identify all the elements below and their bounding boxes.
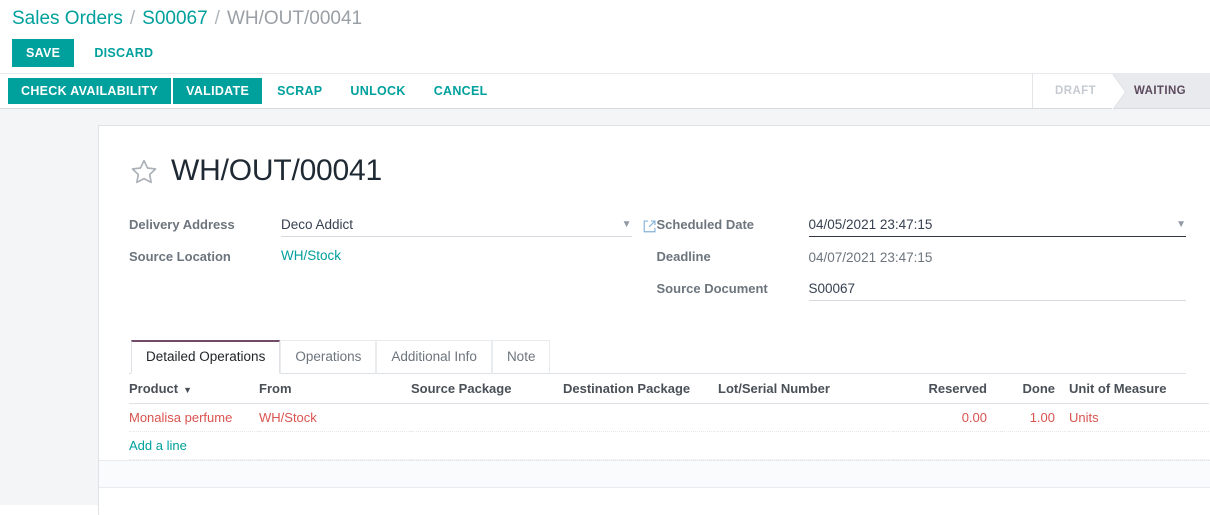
status-bar: DRAFT WAITING <box>1032 74 1210 110</box>
check-availability-button[interactable]: CHECK AVAILABILITY <box>8 78 172 104</box>
delivery-address-input[interactable]: Deco Addict ▼ <box>281 216 632 237</box>
field-label-source-document: Source Document <box>656 281 768 296</box>
status-step-draft[interactable]: DRAFT <box>1032 74 1126 110</box>
cancel-button[interactable]: CANCEL <box>421 78 501 104</box>
cell-done[interactable]: 1.00 <box>1001 403 1069 432</box>
field-value-source-document: S00067 <box>808 278 1186 301</box>
sort-caret-icon[interactable]: ▼ <box>183 385 192 395</box>
save-button[interactable]: SAVE <box>12 39 75 67</box>
field-label-scheduled-date: Scheduled Date <box>656 217 755 232</box>
cell-product[interactable]: Monalisa perfume <box>129 403 259 432</box>
external-link-icon[interactable] <box>642 219 657 234</box>
form-groups: Delivery Address Deco Addict ▼ Source Lo… <box>129 214 1186 310</box>
cell-source-package[interactable] <box>411 403 563 432</box>
source-document-input[interactable]: S00067 <box>808 280 1186 301</box>
field-value-scheduled-date: 04/05/2021 23:47:15 ▼ <box>808 214 1186 237</box>
cell-from[interactable]: WH/Stock <box>259 403 411 432</box>
status-step-waiting[interactable]: WAITING <box>1112 74 1210 108</box>
form-column-left: Delivery Address Deco Addict ▼ Source Lo… <box>129 214 657 310</box>
notebook: Detailed Operations Operations Additiona… <box>99 340 1210 488</box>
column-header-from[interactable]: From <box>259 374 411 404</box>
scrap-button[interactable]: SCRAP <box>264 78 335 104</box>
field-value-source-location: WH/Stock <box>281 246 657 263</box>
delivery-address-value: Deco Addict <box>281 217 354 232</box>
operations-table: Product ▼ From Source Package Destination… <box>129 374 1209 460</box>
breadcrumb-item-s00067[interactable]: S00067 <box>142 8 208 30</box>
field-row-delivery-address: Delivery Address Deco Addict ▼ <box>129 214 657 238</box>
title-row: WH/OUT/00041 <box>129 144 1186 192</box>
field-value-deadline: 04/07/2021 23:47:15 <box>809 246 1186 265</box>
breadcrumb-item-sales-orders[interactable]: Sales Orders <box>12 8 123 30</box>
cell-reserved[interactable]: 0.00 <box>893 403 1001 432</box>
cell-unit-of-measure[interactable]: Units <box>1069 403 1209 432</box>
breadcrumb-item-current: WH/OUT/00041 <box>226 7 363 29</box>
action-button-group: CHECK AVAILABILITY VALIDATE SCRAP UNLOCK… <box>8 74 503 108</box>
chevron-down-icon[interactable]: ▼ <box>1168 219 1186 230</box>
cell-lot-serial-number[interactable] <box>718 403 893 432</box>
column-header-product-label: Product <box>129 381 179 396</box>
field-row-deadline: Deadline 04/07/2021 23:47:15 <box>657 246 1186 270</box>
tab-operations[interactable]: Operations <box>280 340 377 374</box>
table-footer-strip <box>99 460 1210 488</box>
scheduled-date-input[interactable]: 04/05/2021 23:47:15 ▼ <box>808 216 1186 237</box>
field-row-scheduled-date: Scheduled Date 04/05/2021 23:47:15 ▼ <box>657 214 1186 238</box>
field-row-source-document: Source Document S00067 <box>657 278 1186 302</box>
tab-detailed-operations[interactable]: Detailed Operations <box>131 340 281 374</box>
table-header-row: Product ▼ From Source Package Destination… <box>129 374 1209 404</box>
deadline-value: 04/07/2021 23:47:15 <box>808 250 933 265</box>
field-label-delivery-address: Delivery Address <box>129 217 235 232</box>
tab-additional-info[interactable]: Additional Info <box>376 340 492 374</box>
add-a-line-button[interactable]: Add a line <box>129 438 187 453</box>
column-header-done[interactable]: Done <box>1001 374 1069 404</box>
star-outline-icon[interactable] <box>129 157 159 186</box>
tab-list: Detailed Operations Operations Additiona… <box>129 340 1186 374</box>
field-value-delivery-address: Deco Addict ▼ <box>281 214 657 237</box>
form-sheet: WH/OUT/00041 Delivery Address Deco Addic… <box>98 125 1210 515</box>
breadcrumb-separator: / <box>129 7 136 29</box>
field-label-source-location: Source Location <box>129 249 231 264</box>
scheduled-date-value: 04/05/2021 23:47:15 <box>808 217 933 232</box>
column-header-lot-serial-number[interactable]: Lot/Serial Number <box>718 374 893 404</box>
page-background: WH/OUT/00041 Delivery Address Deco Addic… <box>0 109 1210 515</box>
save-discard-bar: SAVE DISCARD <box>0 33 1210 73</box>
column-header-destination-package[interactable]: Destination Package <box>563 374 718 404</box>
add-line-row: Add a line <box>129 431 1209 460</box>
breadcrumb: Sales Orders / S00067 / WH/OUT/00041 <box>0 0 1210 33</box>
column-header-product[interactable]: Product ▼ <box>129 374 259 404</box>
column-header-source-package[interactable]: Source Package <box>411 374 563 404</box>
form-column-right: Scheduled Date 04/05/2021 23:47:15 ▼ Dea… <box>657 214 1186 310</box>
tab-note[interactable]: Note <box>491 340 551 374</box>
column-header-unit-of-measure[interactable]: Unit of Measure <box>1069 374 1209 404</box>
control-panel: CHECK AVAILABILITY VALIDATE SCRAP UNLOCK… <box>0 73 1210 110</box>
validate-button[interactable]: VALIDATE <box>173 78 263 104</box>
source-document-value: S00067 <box>808 281 856 296</box>
field-row-source-location: Source Location WH/Stock <box>129 246 657 270</box>
chevron-down-icon[interactable]: ▼ <box>614 219 632 230</box>
add-line-cell: Add a line <box>129 431 1209 460</box>
table-row[interactable]: Monalisa perfume WH/Stock 0.00 1.00 Unit… <box>129 403 1209 432</box>
source-location-link[interactable]: WH/Stock <box>281 248 341 263</box>
field-label-deadline: Deadline <box>656 249 711 264</box>
column-header-reserved[interactable]: Reserved <box>893 374 1001 404</box>
discard-button[interactable]: DISCARD <box>80 39 167 67</box>
sheet-footer: PUT IN PACK <box>129 488 1186 515</box>
cell-destination-package[interactable] <box>563 403 718 432</box>
page-title: WH/OUT/00041 <box>171 154 382 187</box>
breadcrumb-separator: / <box>214 7 220 29</box>
unlock-button[interactable]: UNLOCK <box>337 78 418 104</box>
